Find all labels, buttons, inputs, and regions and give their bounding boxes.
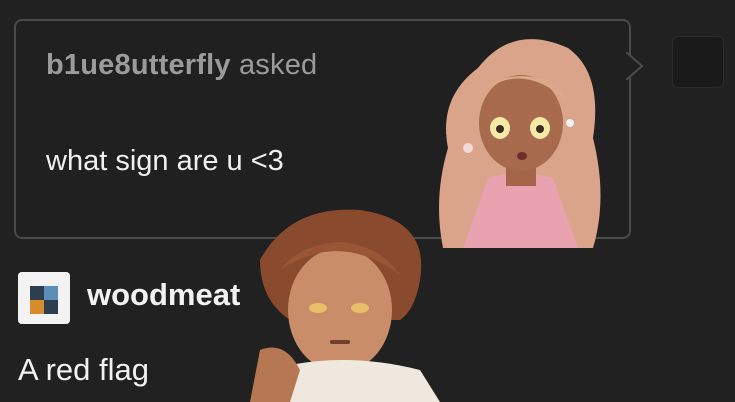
answerer-username[interactable]: woodmeat [87,277,240,313]
asker-username[interactable]: b1ue8utterfly [46,49,231,81]
question-text: what sign are u <3 [46,145,284,177]
character-illustration-boy [250,209,440,402]
asked-label: asked [238,49,318,81]
answer-text: A red flag [18,352,149,387]
asker-avatar[interactable] [672,36,724,88]
answerer-avatar[interactable] [18,272,70,324]
asker-line: b1ue8utterfly asked [46,49,317,82]
ask-bubble-pointer [626,52,644,80]
blog-avatar-icon [18,272,70,324]
